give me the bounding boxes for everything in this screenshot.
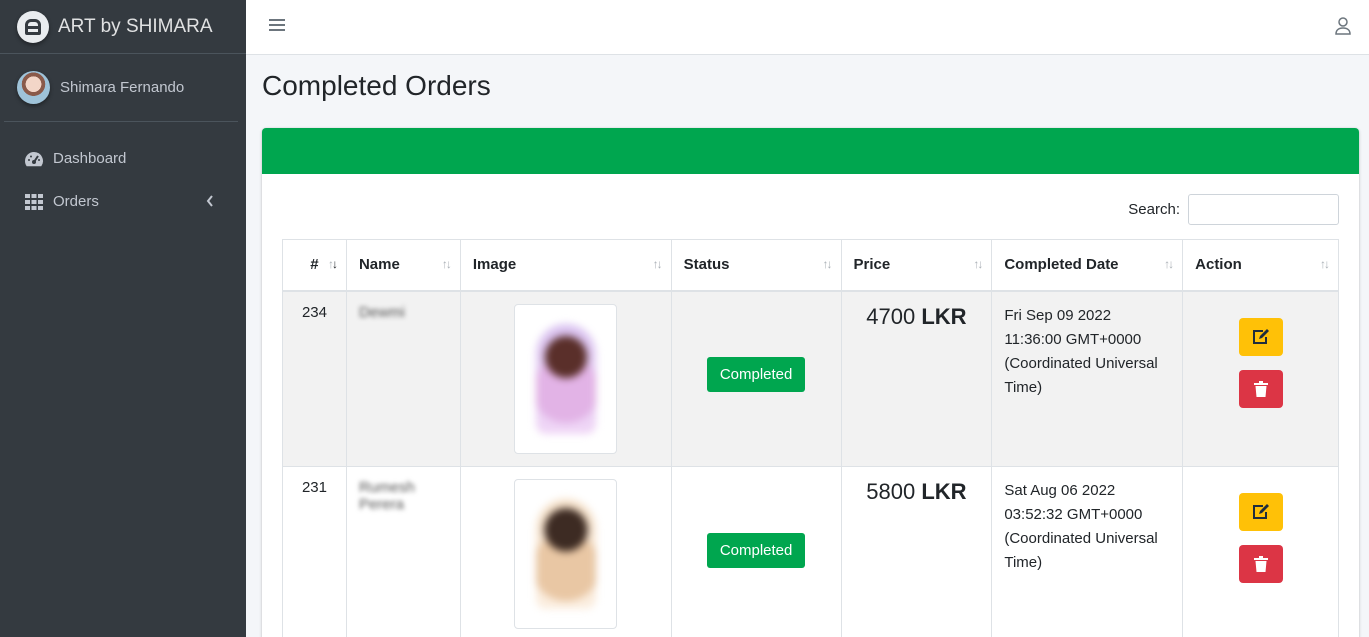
completed-date: Sat Aug 06 2022 03:52:32 GMT+0000 (Coord…: [991, 466, 1184, 637]
search-row: Search:: [1128, 194, 1339, 225]
sidebar: ART by SHIMARA Shimara Fernando Dashboar…: [0, 0, 246, 637]
edit-icon: [1252, 328, 1269, 344]
brand-link[interactable]: ART by SHIMARA: [0, 0, 246, 54]
sidebar-item-label: Dashboard: [53, 150, 127, 167]
price-currency: LKR: [921, 479, 967, 504]
brand-logo-icon: [17, 10, 49, 43]
grid-icon: [24, 192, 44, 212]
order-id: 231: [282, 466, 347, 637]
sort-icon: ↑↓: [327, 257, 338, 271]
user-icon[interactable]: [1335, 17, 1351, 40]
sort-icon: ↑↓: [441, 257, 452, 271]
customer-name: Dewmi: [345, 290, 461, 467]
column-header-action[interactable]: Action ↑↓: [1182, 239, 1339, 292]
column-header-label: Price: [853, 256, 891, 274]
tachometer-icon: [24, 149, 44, 169]
trash-icon: [1253, 556, 1268, 572]
column-header-label: Image: [472, 256, 517, 274]
artwork-image: [535, 499, 596, 609]
orders-table: # ↑↓ Name ↑↓ Image ↑↓ Status ↑↓ Price ↑↓ Comp…: [282, 239, 1339, 637]
sort-icon: ↑↓: [822, 257, 833, 271]
top-navbar: [246, 0, 1369, 55]
status-badge: Completed: [706, 356, 806, 392]
price-currency: LKR: [921, 303, 967, 329]
edit-icon: [1252, 504, 1269, 519]
search-input[interactable]: [1188, 194, 1339, 225]
edit-button[interactable]: [1238, 317, 1283, 356]
table-row: 234 Dewmi Completed 4700 LKR Fri Sep 09 …: [282, 290, 1339, 467]
sidebar-nav: Dashboard Orders: [0, 122, 246, 223]
delete-button[interactable]: [1238, 545, 1283, 583]
table-header-row: # ↑↓ Name ↑↓ Image ↑↓ Status ↑↓ Price ↑↓ Comp…: [282, 239, 1339, 292]
column-header-status[interactable]: Status ↑↓: [670, 239, 842, 292]
orders-card: Search: # ↑↓ Name ↑↓ Image ↑↓ Status ↑↓ Pric…: [262, 128, 1359, 637]
price-amount: 5800: [866, 479, 916, 504]
order-image-cell: [459, 290, 672, 467]
trash-icon: [1253, 380, 1268, 397]
column-header-label: Status: [683, 256, 730, 274]
status-badge: Completed: [706, 532, 806, 568]
status-cell: Completed: [670, 466, 842, 637]
column-header-price[interactable]: Price ↑↓: [840, 239, 993, 292]
sort-icon: ↑↓: [1320, 257, 1330, 271]
sidebar-item-dashboard[interactable]: Dashboard: [0, 137, 238, 180]
price-cell: 4700 LKR: [840, 290, 993, 467]
customer-name-text: Rumesh Perera: [358, 479, 415, 513]
customer-name-text: Dewmi: [358, 303, 405, 321]
avatar: [17, 71, 50, 104]
column-header-id[interactable]: # ↑↓: [282, 239, 347, 292]
sort-icon: ↑↓: [973, 257, 983, 271]
action-cell: [1182, 466, 1339, 637]
search-label: Search:: [1128, 201, 1180, 218]
price-amount: 4700: [866, 303, 916, 329]
column-header-label: #: [310, 256, 319, 274]
customer-name: Rumesh Perera: [345, 466, 461, 637]
edit-button[interactable]: [1238, 493, 1283, 531]
price-cell: 5800 LKR: [840, 466, 993, 637]
status-cell: Completed: [670, 290, 842, 467]
user-panel[interactable]: Shimara Fernando: [4, 54, 238, 122]
column-header-label: Completed Date: [1004, 256, 1119, 274]
menu-toggle-icon[interactable]: [269, 19, 285, 33]
column-header-image[interactable]: Image ↑↓: [459, 239, 672, 292]
column-header-label: Name: [358, 256, 400, 274]
completed-date: Fri Sep 09 2022 11:36:00 GMT+0000 (Coord…: [991, 290, 1184, 467]
column-header-label: Action: [1195, 256, 1242, 274]
artwork-thumbnail[interactable]: [514, 303, 618, 454]
brand-name: ART by SHIMARA: [58, 15, 213, 37]
chevron-left-icon[interactable]: [206, 194, 214, 211]
artwork-thumbnail[interactable]: [514, 479, 618, 629]
sort-icon: ↑↓: [1164, 257, 1174, 271]
sidebar-item-orders[interactable]: Orders: [0, 180, 238, 223]
artwork-image: [535, 323, 596, 434]
user-name: Shimara Fernando: [60, 79, 185, 96]
sidebar-item-label: Orders: [53, 193, 99, 210]
delete-button[interactable]: [1238, 369, 1283, 408]
page-title: Completed Orders: [262, 70, 491, 101]
action-cell: [1182, 290, 1339, 467]
order-id: 234: [282, 290, 347, 467]
column-header-name[interactable]: Name ↑↓: [345, 239, 461, 292]
column-header-completed-date[interactable]: Completed Date ↑↓: [991, 239, 1184, 292]
table-row: 231 Rumesh Perera Completed 5800 LKR Sat…: [282, 466, 1339, 637]
card-header: [262, 128, 1359, 174]
order-image-cell: [459, 466, 672, 637]
sort-icon: ↑↓: [652, 257, 663, 271]
